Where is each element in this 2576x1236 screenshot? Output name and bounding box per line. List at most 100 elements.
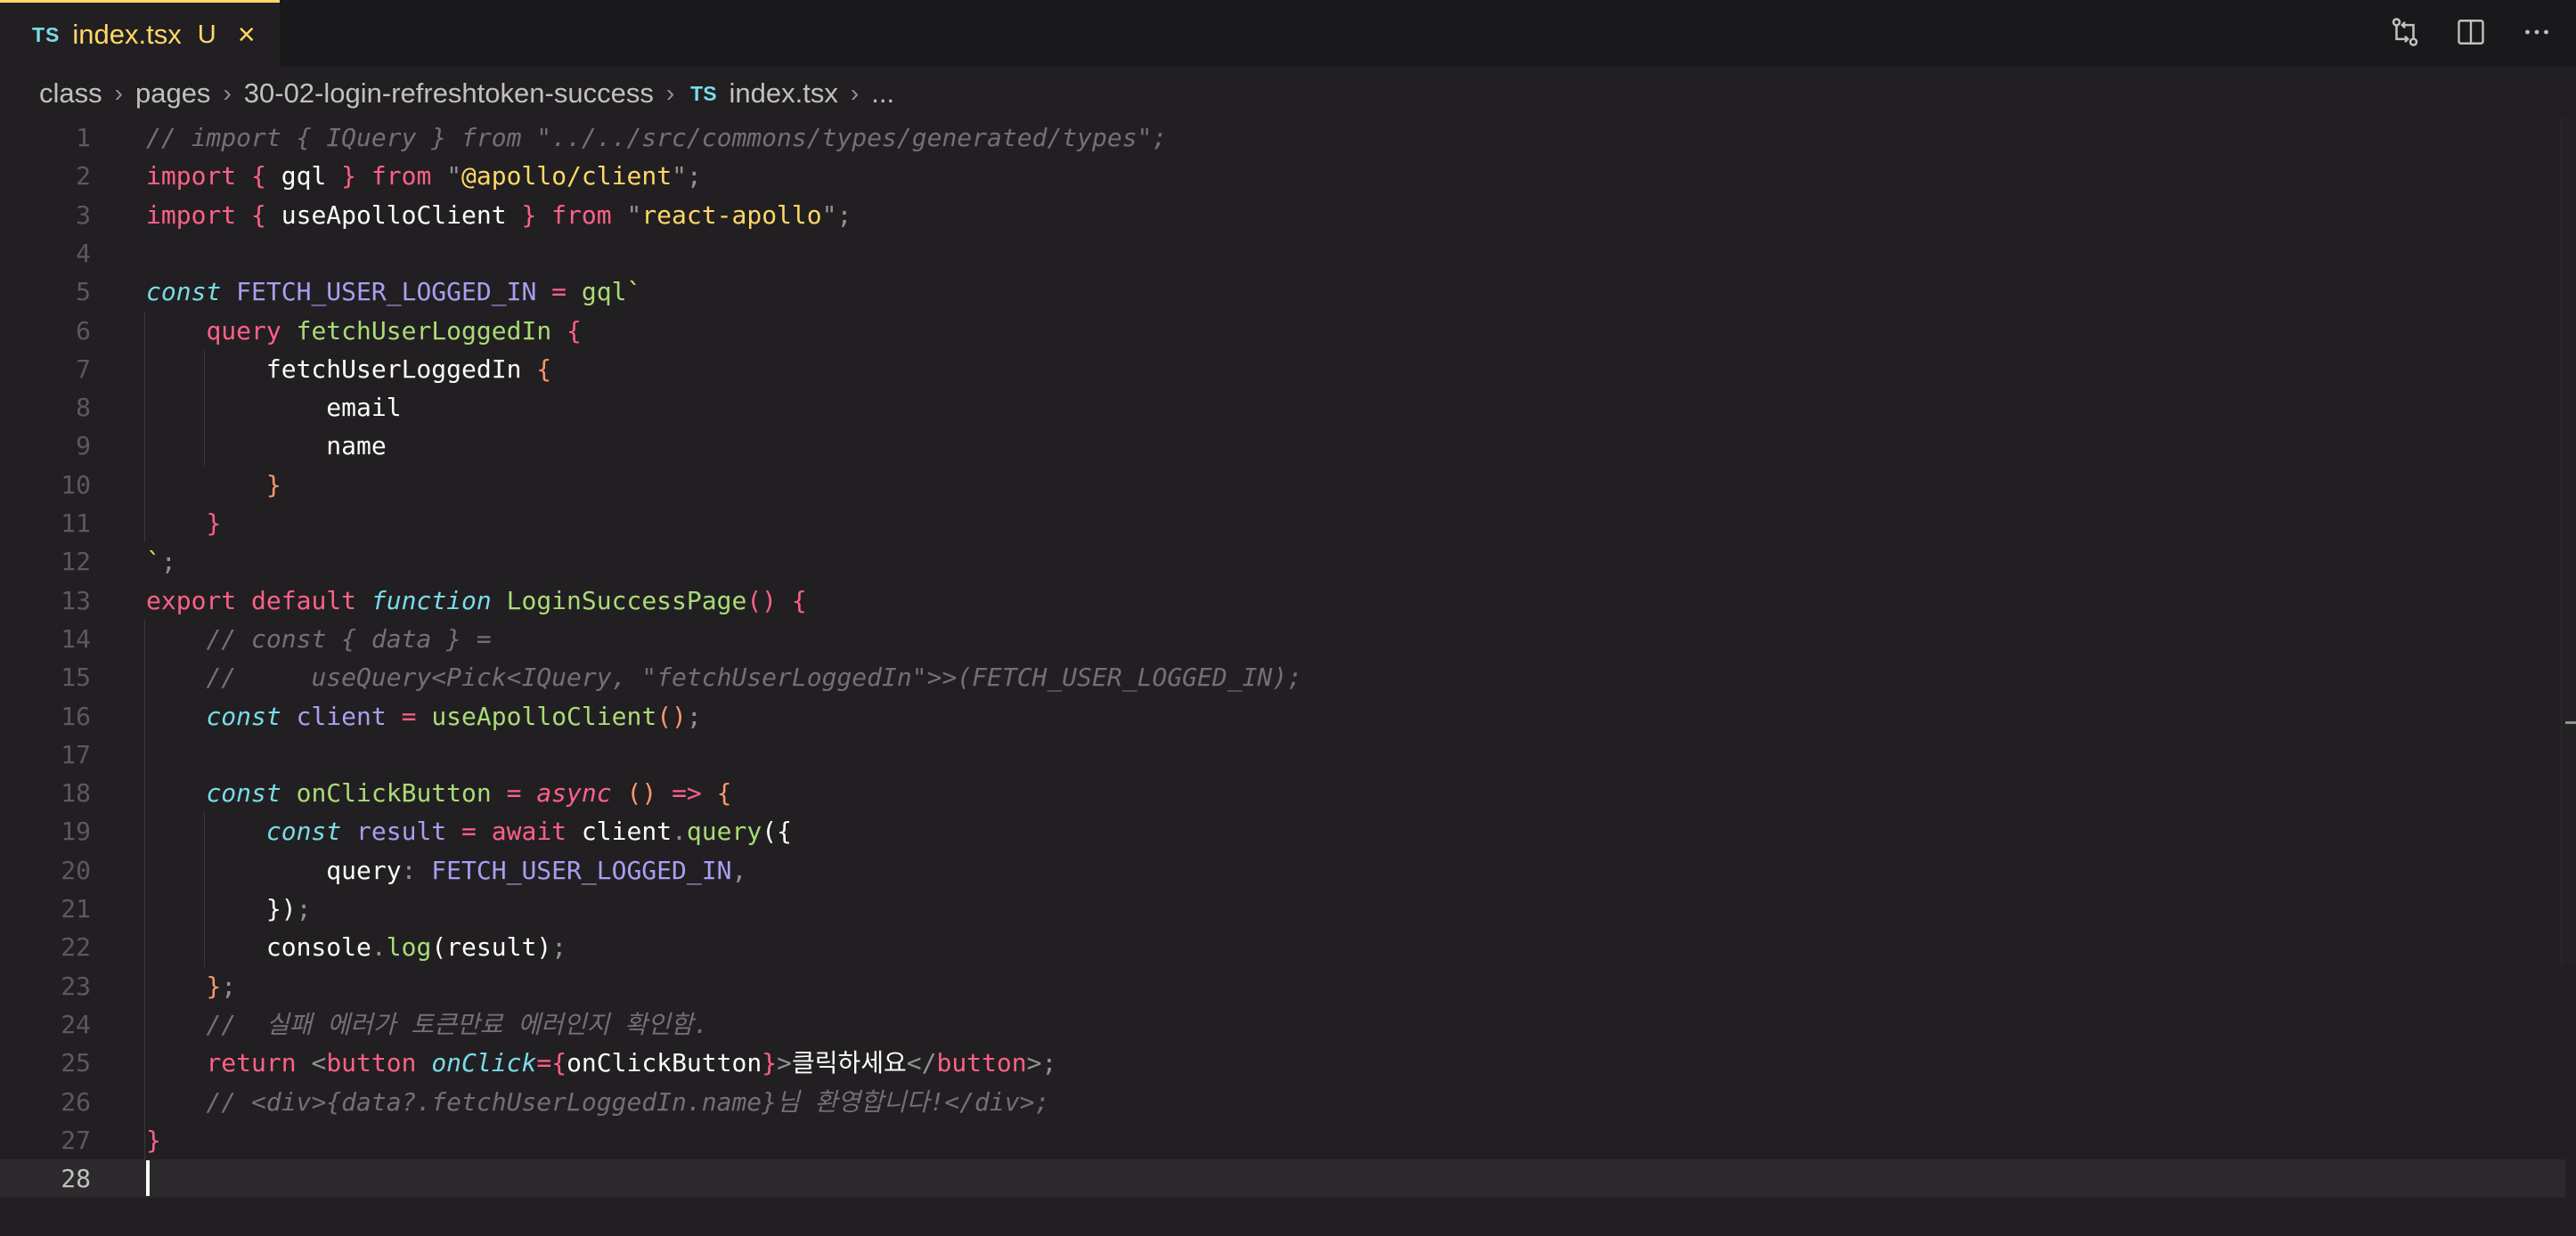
code-text: } [146, 1121, 161, 1159]
code-line[interactable]: 25 return <button onClick={onClickButton… [0, 1044, 2565, 1082]
indent-guide [204, 349, 206, 466]
line-number: 4 [76, 238, 91, 268]
tab-filename: index.tsx [72, 19, 182, 50]
breadcrumb-more[interactable]: ... [871, 77, 894, 110]
code-token: ` [626, 277, 642, 307]
code-line[interactable]: 16 const client = useApolloClient(); [0, 697, 2565, 736]
code-token: await [491, 817, 567, 847]
code-line[interactable]: 22 console.log(result); [0, 928, 2565, 966]
code-line[interactable]: 9 name [0, 427, 2565, 465]
code-token: function [371, 585, 492, 615]
code-line[interactable]: 19 const result = await client.query({ [0, 812, 2565, 850]
code-token: useApolloClient [265, 199, 522, 230]
code-line[interactable]: 4 [0, 234, 2565, 272]
code-token: } [762, 1048, 778, 1078]
line-number: 28 [61, 1164, 91, 1194]
code-editor[interactable]: 1 // import { IQuery } from "../../src/co… [0, 118, 2576, 1236]
line-number: 26 [61, 1086, 91, 1117]
code-token: const [206, 778, 281, 809]
code-line[interactable]: 14 // const { data } = [0, 620, 2565, 658]
code-line[interactable]: 12 `; [0, 542, 2565, 581]
text-cursor [146, 1160, 150, 1197]
code-token: import [146, 199, 237, 230]
code-line[interactable]: 23 }; [0, 967, 2565, 1005]
code-line[interactable]: 11 } [0, 504, 2565, 542]
code-line[interactable]: 10 } [0, 466, 2565, 504]
code-token: " [446, 161, 462, 191]
tab-index-tsx[interactable]: TS index.tsx U × [0, 0, 280, 67]
code-token: button [326, 1048, 417, 1078]
code-token: from [551, 199, 612, 230]
line-number: 5 [76, 277, 91, 307]
code-line[interactable]: 1 // import { IQuery } from "../../src/co… [0, 118, 2565, 157]
code-token: } [206, 508, 222, 538]
code-token: gql [265, 161, 342, 191]
code-text: query fetchUserLoggedIn { [146, 312, 581, 350]
code-line[interactable]: 3 import { useApolloClient } from "react-… [0, 196, 2565, 234]
code-token: fetchUserLoggedIn [296, 315, 552, 346]
split-editor-icon[interactable] [2451, 12, 2490, 52]
code-line[interactable]: 2 import { gql } from "@apollo/client"; [0, 157, 2565, 195]
line-number: 3 [76, 199, 91, 230]
code-token: async [536, 778, 612, 809]
code-token: = [506, 778, 522, 809]
line-number: 20 [61, 855, 91, 885]
code-line[interactable]: 5 const FETCH_USER_LOGGED_IN = gql` [0, 272, 2565, 311]
breadcrumb-item-class[interactable]: class [39, 77, 102, 110]
code-line[interactable]: 20 query: FETCH_USER_LOGGED_IN, [0, 851, 2565, 890]
code-token: { [251, 199, 266, 230]
code-token: from [371, 161, 432, 191]
code-token: result [446, 932, 537, 963]
code-line[interactable]: 24 // 실패 에러가 토큰만료 에러인지 확인함. [0, 1005, 2565, 1044]
code-line[interactable]: 6 query fetchUserLoggedIn { [0, 312, 2565, 350]
code-text: `; [146, 542, 176, 581]
source-control-compare-icon[interactable] [2385, 12, 2425, 52]
code-token: { [251, 161, 266, 191]
code-token: , [731, 855, 747, 885]
breadcrumb-item-pages[interactable]: pages [135, 77, 210, 110]
code-line[interactable]: 18 const onClickButton = async () => { [0, 774, 2565, 812]
code-text: // 실패 에러가 토큰만료 에러인지 확인함. [146, 1005, 708, 1044]
code-line[interactable]: 17 [0, 736, 2565, 774]
code-token: onClickButton [567, 1048, 762, 1078]
code-text: const result = await client.query({ [146, 812, 792, 850]
code-token: < [311, 1048, 327, 1078]
code-text: }; [146, 967, 236, 1005]
code-line[interactable]: 8 email [0, 388, 2565, 427]
code-line[interactable]: 26 // <div>{data?.fetchUserLoggedIn.name… [0, 1083, 2565, 1121]
vertical-scrollbar[interactable] [2561, 118, 2576, 964]
line-number: 8 [76, 393, 91, 423]
code-line[interactable]: 15 // useQuery<Pick<IQuery, "fetchUserLo… [0, 658, 2565, 696]
code-token: ; [551, 932, 567, 963]
code-line[interactable]: 27} [0, 1121, 2565, 1159]
code-token: useApolloClient [431, 701, 657, 731]
breadcrumb-item-folder[interactable]: 30-02-login-refreshtoken-success [244, 77, 654, 110]
more-actions-icon[interactable] [2517, 12, 2556, 52]
code-token: ( [431, 932, 447, 963]
breadcrumb: class › pages › 30-02-login-refreshtoken… [39, 71, 894, 116]
breadcrumb-item-file[interactable]: index.tsx [730, 77, 838, 110]
code-line[interactable]: 7 fetchUserLoggedIn { [0, 350, 2565, 388]
code-token: = [401, 701, 417, 731]
code-text: import { gql } from "@apollo/client"; [146, 157, 702, 195]
code-token: name [146, 431, 387, 461]
code-line[interactable]: 28 [0, 1159, 2565, 1199]
code-token: : [401, 855, 417, 885]
code-line[interactable]: 21 }); [0, 890, 2565, 928]
code-line[interactable]: 13 export default function LoginSuccessPa… [0, 581, 2565, 620]
code-token: . [672, 817, 687, 847]
close-icon[interactable]: × [238, 20, 256, 50]
code-token: result [356, 817, 447, 847]
code-text: const onClickButton = async () => { [146, 774, 731, 812]
